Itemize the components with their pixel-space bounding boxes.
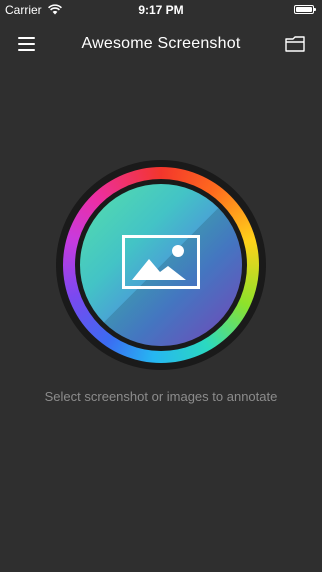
select-image-button[interactable] [56, 160, 266, 370]
instruction-text: Select screenshot or images to annotate [44, 389, 278, 404]
page-title: Awesome Screenshot [81, 35, 241, 52]
navigation-bar: Awesome Screenshot [0, 20, 322, 68]
folder-icon [285, 36, 305, 52]
status-bar: Carrier 9:17 PM [0, 0, 322, 20]
status-time: 9:17 PM [138, 3, 184, 17]
folder-button[interactable] [282, 32, 308, 56]
battery-icon [294, 5, 316, 14]
image-icon [122, 235, 200, 289]
